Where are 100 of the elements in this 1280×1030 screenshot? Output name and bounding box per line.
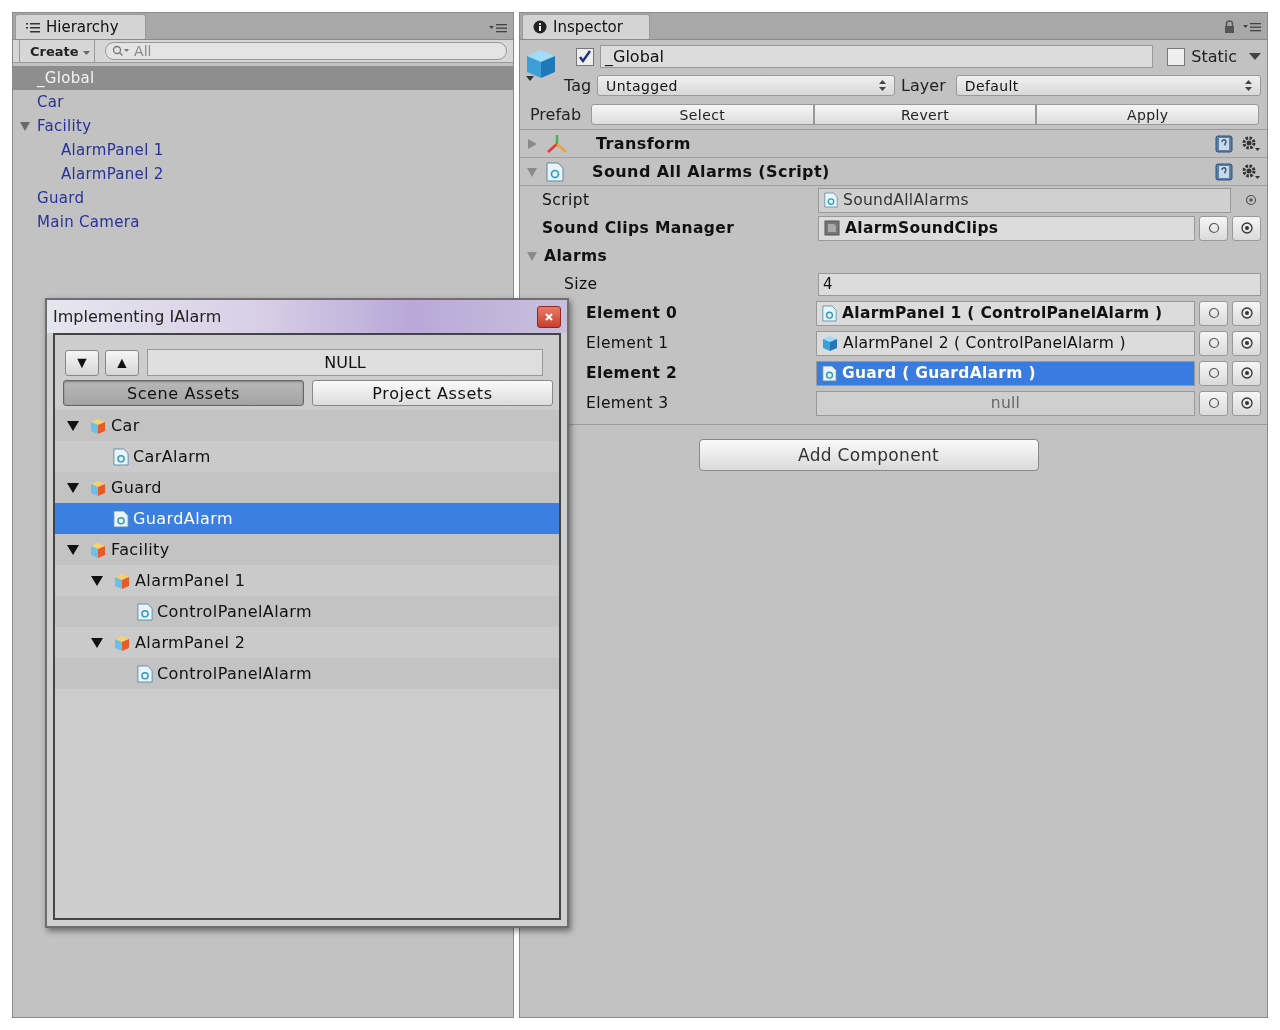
hierarchy-item[interactable]: AlarmPanel 2: [13, 162, 513, 186]
clear-button[interactable]: [1199, 330, 1228, 356]
tree-item[interactable]: ControlPanelAlarm: [55, 658, 559, 689]
tab-label: Hierarchy: [46, 18, 119, 36]
menu-icon[interactable]: [1243, 21, 1261, 32]
prefab-button[interactable]: Apply: [1036, 104, 1259, 125]
expand-arrow-icon[interactable]: [91, 574, 103, 587]
hierarchy-item[interactable]: Guard: [13, 186, 513, 210]
element-label: Element 0: [586, 304, 679, 322]
item-label: ControlPanelAlarm: [157, 602, 312, 621]
move-down-button[interactable]: ▼: [65, 349, 99, 376]
component-header[interactable]: Transform: [520, 130, 1267, 158]
tag-dropdown[interactable]: Untagged: [597, 75, 896, 96]
field-label: Sound Clips Manager: [542, 219, 736, 237]
active-checkbox[interactable]: [576, 47, 594, 66]
search-icon: [112, 45, 131, 57]
script-icon: [546, 161, 564, 182]
prefab-button[interactable]: Revert: [813, 104, 1037, 125]
object-field[interactable]: AlarmSoundClips: [818, 215, 1195, 241]
search-field[interactable]: All: [105, 42, 507, 60]
prefab-button[interactable]: Select: [591, 104, 814, 125]
component-header[interactable]: Sound All Alarms (Script): [520, 158, 1267, 186]
lock-icon[interactable]: [1224, 20, 1235, 33]
expand-arrow-icon[interactable]: [67, 481, 79, 494]
clear-button[interactable]: [1199, 360, 1228, 386]
picker-button[interactable]: [1232, 390, 1261, 416]
script-icon: [113, 447, 129, 466]
move-up-button[interactable]: ▲: [105, 349, 139, 376]
tree-item[interactable]: GuardAlarm: [55, 503, 559, 534]
close-icon: [544, 311, 554, 322]
object-name-field[interactable]: _Global: [600, 45, 1154, 68]
expand-arrow-icon[interactable]: [91, 636, 103, 649]
hierarchy-item[interactable]: Main Camera: [13, 210, 513, 234]
expand-arrow-icon[interactable]: [67, 419, 79, 432]
axes-icon: [546, 133, 568, 154]
circle-icon: [1207, 367, 1220, 379]
tree-item[interactable]: Guard: [55, 472, 559, 503]
help-book-icon[interactable]: [1215, 162, 1233, 181]
tree-item[interactable]: Car: [55, 410, 559, 441]
element-label: Element 1: [586, 334, 670, 352]
target-icon: [1240, 367, 1253, 379]
item-label: Main Camera: [37, 213, 140, 231]
target-icon: [1240, 222, 1253, 234]
add-component-button[interactable]: Add Component: [698, 439, 1039, 471]
item-label: AlarmPanel 1: [61, 141, 164, 159]
item-label: Guard: [111, 478, 162, 497]
item-label: AlarmPanel 1: [135, 571, 246, 590]
settings-icon[interactable]: [1241, 134, 1261, 153]
null-button[interactable]: NULL: [147, 349, 543, 376]
picker-button[interactable]: [1232, 215, 1261, 241]
item-label: Facility: [111, 540, 170, 559]
picker-button[interactable]: [1232, 300, 1261, 326]
clear-button[interactable]: [1199, 390, 1228, 416]
element-label: Element 3: [586, 394, 670, 412]
asset-tab[interactable]: Scene Assets: [63, 380, 304, 406]
create-dropdown[interactable]: Create: [19, 40, 96, 62]
cube-icon: [113, 571, 131, 590]
asset-tab[interactable]: Project Assets: [312, 380, 553, 406]
item-label: Car: [111, 416, 140, 435]
picker-icon[interactable]: [1245, 194, 1257, 206]
settings-icon[interactable]: [1241, 162, 1261, 181]
prefab-label: Prefab: [530, 105, 582, 124]
clear-button[interactable]: [1199, 300, 1228, 326]
clear-button[interactable]: [1199, 215, 1228, 241]
cube-icon: [113, 633, 131, 652]
object-field[interactable]: null: [816, 390, 1195, 416]
item-label: AlarmPanel 2: [61, 165, 164, 183]
item-label: ControlPanelAlarm: [157, 664, 312, 683]
expand-arrow-icon[interactable]: [67, 543, 79, 556]
hierarchy-tab[interactable]: Hierarchy: [15, 14, 146, 39]
close-button[interactable]: [537, 305, 561, 328]
object-field[interactable]: AlarmPanel 2 ( ControlPanelAlarm ): [816, 330, 1195, 356]
field-label: Script: [542, 191, 591, 209]
object-field[interactable]: AlarmPanel 1 ( ControlPanelAlarm ): [816, 300, 1195, 326]
script-icon: [822, 304, 837, 322]
size-field[interactable]: 4: [818, 272, 1261, 296]
hierarchy-item[interactable]: AlarmPanel 1: [13, 138, 513, 162]
picker-button[interactable]: [1232, 330, 1261, 356]
item-label: Car: [37, 93, 64, 111]
inspector-tab[interactable]: Inspector: [522, 14, 650, 39]
menu-icon[interactable]: [489, 23, 507, 33]
picker-button[interactable]: [1232, 360, 1261, 386]
circle-icon: [1207, 397, 1220, 409]
field-label: Alarms: [544, 247, 609, 265]
object-field[interactable]: Guard ( GuardAlarm ): [816, 360, 1195, 386]
layer-dropdown[interactable]: Default: [955, 75, 1261, 96]
cube-icon: [89, 478, 107, 497]
hierarchy-item[interactable]: Facility: [13, 114, 513, 138]
hierarchy-item[interactable]: Car: [13, 90, 513, 114]
tree-item[interactable]: ControlPanelAlarm: [55, 596, 559, 627]
dropdown-arrow-icon[interactable]: [1249, 52, 1261, 61]
window-title: Implementing IAlarm: [53, 307, 222, 326]
cube-icon: [822, 334, 838, 352]
tree-item[interactable]: Facility: [55, 534, 559, 565]
static-checkbox[interactable]: [1167, 47, 1186, 66]
field-value: null: [990, 394, 1021, 412]
field-value: AlarmSoundClips: [845, 219, 999, 237]
help-book-icon[interactable]: [1215, 134, 1233, 153]
script-icon: [824, 192, 838, 208]
item-label: GuardAlarm: [133, 509, 233, 528]
